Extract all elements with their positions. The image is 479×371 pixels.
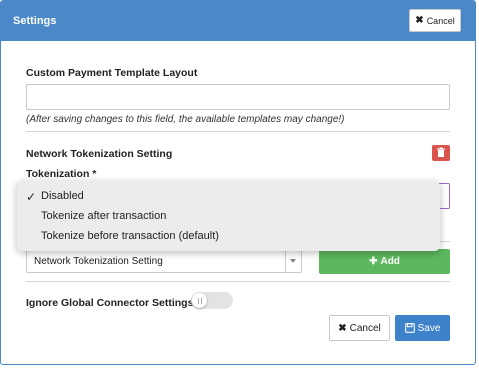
close-icon: ✖ — [415, 15, 424, 26]
add-setting-button[interactable]: ✚ Add — [319, 249, 450, 274]
modal-header: Settings ✖ Cancel — [1, 1, 475, 41]
trash-icon — [437, 147, 445, 157]
setting-type-select[interactable]: Network Tokenization Setting — [26, 249, 302, 273]
ignore-global-toggle[interactable] — [191, 292, 233, 309]
divider — [26, 281, 450, 282]
save-button[interactable]: Save — [395, 315, 450, 341]
close-icon: ✖ — [338, 322, 347, 334]
dropdown-option-after[interactable]: Tokenize after transaction — [41, 210, 166, 222]
header-cancel-label: Cancel — [426, 15, 455, 26]
toggle-grip-icon — [198, 298, 202, 304]
payment-template-input[interactable] — [26, 84, 450, 110]
ignore-global-label: Ignore Global Connector Settings — [26, 297, 194, 309]
network-tokenization-section-label: Network Tokenization Setting — [26, 148, 173, 160]
dropdown-option-before[interactable]: Tokenize before transaction (default) — [41, 230, 219, 242]
plus-icon: ✚ — [369, 256, 378, 267]
setting-type-arrow — [285, 250, 301, 272]
header-cancel-button[interactable]: ✖ Cancel — [409, 9, 461, 32]
cancel-button[interactable]: ✖ Cancel — [329, 315, 390, 341]
delete-setting-button[interactable] — [432, 145, 450, 161]
checkmark-icon: ✓ — [26, 190, 37, 204]
divider — [26, 131, 450, 132]
cancel-label: Cancel — [349, 322, 381, 334]
dropdown-option-disabled[interactable]: Disabled — [41, 190, 84, 202]
tokenization-dropdown-menu: ✓ Disabled Tokenize after transaction To… — [17, 181, 440, 251]
toggle-knob — [192, 293, 207, 308]
modal-title: Settings — [13, 15, 57, 27]
add-setting-label: Add — [380, 256, 400, 267]
save-label: Save — [417, 322, 441, 334]
tokenization-field-label: Tokenization * — [26, 168, 97, 180]
chevron-down-icon — [290, 259, 296, 263]
save-icon — [404, 323, 415, 333]
setting-type-value: Network Tokenization Setting — [34, 256, 163, 267]
payment-template-hint: (After saving changes to this field, the… — [26, 114, 345, 125]
payment-template-label: Custom Payment Template Layout — [26, 67, 198, 79]
